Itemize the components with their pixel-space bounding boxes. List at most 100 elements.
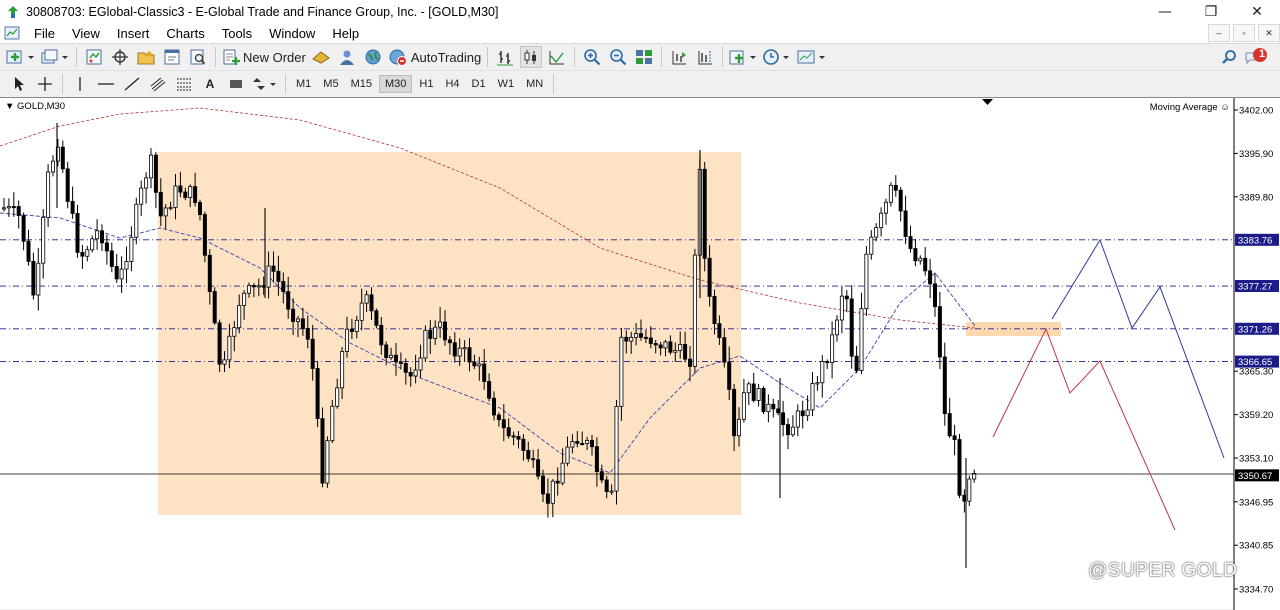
- standard-toolbar: New Order AutoTrading 1: [0, 43, 1280, 70]
- indicators-button[interactable]: [729, 46, 759, 68]
- chart-window[interactable]: 3402.00 3395.90 3389.80 3365.30 3359.20 3353.…: [0, 97, 1280, 610]
- tile-windows-button[interactable]: [633, 46, 655, 68]
- alerts-button[interactable]: 1: [1244, 46, 1268, 68]
- minimize-button[interactable]: —: [1142, 0, 1188, 23]
- bar-chart-button[interactable]: [494, 46, 516, 68]
- price-tick-label: 3395.90: [1239, 149, 1273, 160]
- blue-projection-path: [1051, 238, 1225, 459]
- candle: [942, 342, 947, 426]
- candle: [967, 475, 972, 507]
- templates-button[interactable]: [797, 46, 829, 68]
- terminal-button[interactable]: [161, 46, 183, 68]
- menu-tools[interactable]: Tools: [214, 26, 261, 41]
- periods-button[interactable]: [763, 46, 793, 68]
- candle: [884, 198, 889, 225]
- fibonacci-tool[interactable]: [173, 73, 195, 95]
- shapes-dropdown-icon: [253, 78, 276, 90]
- candle: [114, 254, 119, 283]
- candle: [898, 187, 903, 222]
- timeframe-m30[interactable]: M30: [378, 75, 413, 93]
- new-chart-button[interactable]: [6, 46, 36, 68]
- candle: [918, 255, 923, 265]
- price-tick-label: 3359.20: [1239, 410, 1273, 421]
- candle: [217, 319, 222, 372]
- arrows-tool[interactable]: [251, 73, 279, 95]
- clock-icon: [763, 49, 790, 65]
- horizontal-line-tool[interactable]: [95, 73, 117, 95]
- signals-button[interactable]: [336, 46, 358, 68]
- rectangle-tool[interactable]: [225, 73, 247, 95]
- mdi-close-button[interactable]: ✕: [1258, 24, 1280, 42]
- price-tick-label: 3334.70: [1239, 585, 1273, 596]
- candle: [879, 207, 884, 237]
- consolidation-rectangle: [158, 152, 741, 515]
- timeframe-w1[interactable]: W1: [493, 76, 520, 92]
- crosshair-tool[interactable]: [34, 73, 56, 95]
- new-order-icon: [223, 49, 240, 65]
- candle: [786, 418, 791, 450]
- candle: [109, 242, 114, 273]
- chart-shift-button[interactable]: [694, 46, 716, 68]
- candle: [869, 230, 874, 260]
- indicator-name: Moving Average: [1149, 102, 1218, 113]
- menu-view[interactable]: View: [64, 26, 109, 41]
- auto-scroll-icon: [672, 51, 687, 65]
- restore-button[interactable]: ❐: [1188, 0, 1234, 23]
- chart-window-icon[interactable]: [4, 26, 20, 40]
- strategy-tester-button[interactable]: [187, 46, 209, 68]
- mdi-restore-button[interactable]: ▫: [1233, 24, 1255, 42]
- timeframe-d1[interactable]: D1: [467, 76, 491, 92]
- trendline-tool[interactable]: [121, 73, 143, 95]
- auto-scroll-button[interactable]: [668, 46, 690, 68]
- zoom-in-button[interactable]: [581, 46, 603, 68]
- candle: [771, 398, 776, 418]
- new-order-button[interactable]: New Order: [222, 46, 306, 68]
- market-button[interactable]: [362, 46, 384, 68]
- menu-file[interactable]: File: [26, 26, 64, 41]
- watermark: @SUPER GOLD: [1088, 560, 1237, 582]
- candle: [781, 400, 786, 437]
- candle: [320, 407, 325, 488]
- candle: [95, 219, 100, 250]
- cursor-tool[interactable]: [8, 73, 30, 95]
- candlestick-chart-button[interactable]: [520, 46, 543, 68]
- profiles-button[interactable]: [40, 46, 70, 68]
- zoom-out-button[interactable]: [607, 46, 629, 68]
- search-button[interactable]: [1218, 46, 1240, 68]
- text-tool[interactable]: A: [199, 73, 221, 95]
- drawing-toolbar: A M1 M5 M15 M30 H1 H4 D1 W1 MN: [0, 70, 1280, 97]
- line-chart-button[interactable]: [546, 46, 568, 68]
- timeframe-h4[interactable]: H4: [440, 76, 464, 92]
- candle: [75, 204, 80, 258]
- close-button[interactable]: ✕: [1234, 0, 1280, 23]
- candle: [888, 182, 893, 207]
- timeframe-m1[interactable]: M1: [291, 76, 316, 92]
- toolbar-separator: [553, 74, 555, 94]
- timeframe-mn[interactable]: MN: [521, 76, 548, 92]
- mdi-minimize-button[interactable]: –: [1208, 24, 1230, 42]
- channel-tool[interactable]: [147, 73, 169, 95]
- candle: [702, 161, 707, 272]
- price-tick-label: 3365.30: [1239, 367, 1273, 378]
- timeframe-h1[interactable]: H1: [414, 76, 438, 92]
- menu-charts[interactable]: Charts: [158, 26, 213, 41]
- metaeditor-button[interactable]: [310, 46, 332, 68]
- timeframe-m5[interactable]: M5: [318, 76, 343, 92]
- menu-insert[interactable]: Insert: [109, 26, 159, 41]
- timeframe-m15[interactable]: M15: [346, 76, 377, 92]
- data-window-button[interactable]: [109, 46, 131, 68]
- navigator-button[interactable]: [135, 46, 157, 68]
- price-tick-label: 3353.10: [1239, 454, 1273, 465]
- metaeditor-icon: [311, 51, 330, 64]
- candle: [761, 386, 766, 414]
- zoom-out-icon: [610, 49, 627, 66]
- autotrading-button[interactable]: AutoTrading: [388, 46, 481, 68]
- candle: [129, 226, 134, 272]
- menu-window[interactable]: Window: [261, 26, 324, 41]
- market-watch-button[interactable]: [83, 46, 105, 68]
- alerts-badge: 1: [1258, 48, 1266, 60]
- price-chart[interactable]: 3402.00 3395.90 3389.80 3365.30 3359.20 3353.…: [0, 98, 1280, 610]
- vertical-line-tool[interactable]: [69, 73, 91, 95]
- menu-help[interactable]: Help: [324, 26, 368, 41]
- candle: [139, 180, 144, 216]
